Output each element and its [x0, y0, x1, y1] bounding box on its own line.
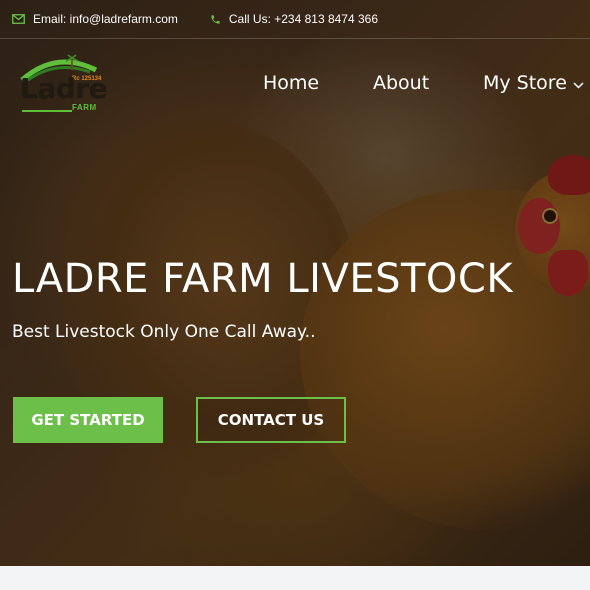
nav-my-store-label: My Store [483, 72, 567, 94]
main-nav: Home About My Store [0, 72, 590, 98]
envelope-icon [12, 14, 25, 24]
logo-underline [22, 110, 72, 112]
email-text: Email: info@ladrefarm.com [33, 12, 178, 26]
nav-my-store[interactable]: My Store [483, 72, 584, 94]
hero-section: Email: info@ladrefarm.com Call Us: +234 … [0, 0, 590, 566]
hero-subtitle: Best Livestock Only One Call Away.. [12, 322, 316, 342]
nav-about[interactable]: About [373, 72, 429, 94]
nav-home[interactable]: Home [263, 72, 319, 94]
hero-title: LADRE FARM LIVESTOCK [12, 256, 514, 302]
chevron-down-icon [573, 72, 584, 94]
logo-subtitle: FARM [72, 103, 97, 112]
contact-us-button[interactable]: CONTACT US [196, 397, 346, 443]
top-contact-bar: Email: info@ladrefarm.com Call Us: +234 … [0, 0, 590, 39]
phone-contact[interactable]: Call Us: +234 813 8474 366 [210, 12, 378, 26]
email-contact[interactable]: Email: info@ladrefarm.com [12, 12, 178, 26]
phone-icon [210, 14, 221, 25]
phone-text: Call Us: +234 813 8474 366 [228, 12, 378, 26]
nav-about-label: About [373, 72, 430, 94]
next-section-band [0, 566, 590, 590]
get-started-button[interactable]: GET STARTED [13, 397, 163, 443]
nav-home-label: Home [263, 72, 320, 94]
